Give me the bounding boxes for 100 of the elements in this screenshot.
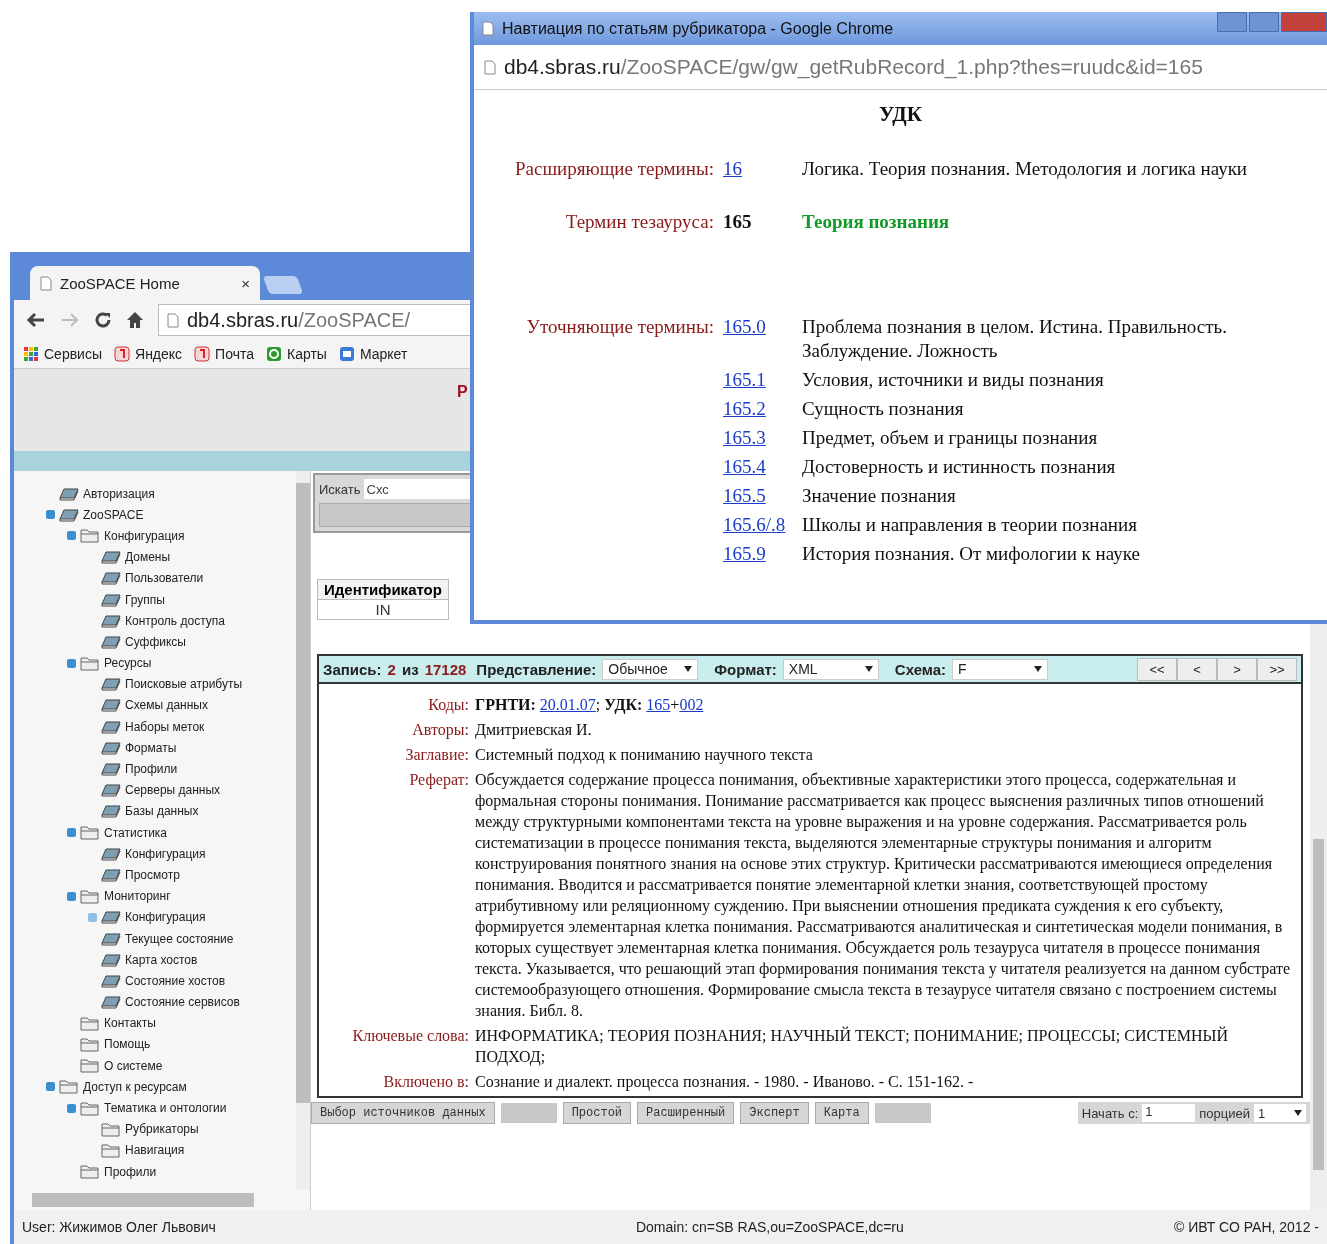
tree-item[interactable]: Схемы данных [125, 698, 208, 713]
dropdown[interactable]: Обычное [602, 658, 699, 680]
field-label: Коды: [427, 695, 469, 715]
term-code-link[interactable]: 165.0 [723, 316, 766, 337]
bookmark-link[interactable]: Маркет [359, 346, 408, 362]
url-text: db4.sbras.ru/ZooSPACE/gw/gw_getRubRecord_1.php?thes=ruudc&id=165 [504, 55, 1203, 79]
nav-button[interactable]: >> [1257, 657, 1297, 681]
tree-item[interactable]: Помощь [104, 1037, 151, 1052]
tree-item[interactable]: Контакты [104, 1016, 156, 1031]
term-text: Логика. Теория познания. Методология и логика науки [802, 157, 1249, 181]
bookmark-link[interactable]: Почта [215, 346, 254, 362]
term-code-link[interactable]: 165.1 [723, 369, 766, 390]
expander-icon[interactable] [67, 531, 76, 541]
field-label: Включено в: [382, 1072, 469, 1092]
tree-item[interactable]: О системе [104, 1058, 163, 1073]
nav-button[interactable]: < [1177, 657, 1217, 681]
tree-item[interactable]: Статистика [104, 825, 168, 840]
home-icon[interactable] [126, 311, 144, 329]
folder-icon [101, 1142, 121, 1158]
tree-item[interactable]: Домены [125, 550, 171, 565]
search-mode-button[interactable]: Простой [562, 1102, 632, 1124]
start-field[interactable]: 1 [1142, 1104, 1196, 1122]
term-code-link[interactable]: 165.9 [723, 543, 766, 564]
tree-item[interactable]: Профили [125, 762, 178, 777]
term-code-link[interactable]: 16 [723, 158, 742, 179]
tree-item[interactable]: Контроль доступа [125, 613, 225, 628]
search-label: Искать [319, 481, 361, 497]
tree-item[interactable]: Рубрикаторы [125, 1122, 199, 1137]
scrollbar[interactable] [296, 471, 310, 1190]
tab-close-button[interactable]: × [241, 274, 250, 292]
forward-arrow-icon[interactable] [60, 312, 80, 328]
expander-icon[interactable] [67, 828, 76, 838]
page-icon [484, 59, 496, 75]
tree-item[interactable]: Группы [125, 592, 165, 607]
nav-button[interactable]: << [1137, 657, 1177, 681]
bookmark-link[interactable]: Карты [287, 346, 327, 362]
tree-item[interactable]: Конфигурация [125, 910, 206, 925]
tree-item[interactable]: Серверы данных [125, 783, 221, 798]
term-text: Условия, источники и виды познания [802, 368, 1105, 392]
book-icon [101, 613, 121, 628]
reload-icon[interactable] [94, 311, 112, 329]
toolbar-spacer [500, 1103, 557, 1123]
book-icon [101, 762, 121, 777]
expander-icon[interactable] [67, 891, 76, 901]
tree-item[interactable]: Мониторинг [104, 889, 171, 904]
url-text: db4.sbras.ru/ZooSPACE/ [187, 308, 411, 332]
data-sources-button[interactable]: Выбор источников данных [311, 1102, 495, 1124]
tree-item[interactable]: Базы данных [125, 804, 199, 819]
tree-item[interactable]: Текущее состояние [125, 931, 234, 946]
term-code-link[interactable]: 165.4 [723, 456, 766, 477]
minimize-button[interactable] [1217, 12, 1247, 32]
tree-item[interactable]: Поисковые атрибуты [125, 677, 243, 692]
dropdown[interactable]: XML [782, 658, 879, 680]
nav-button[interactable]: > [1217, 657, 1257, 681]
tree-item[interactable]: Конфигурация [125, 846, 206, 861]
book-icon [59, 486, 79, 501]
term-text: Школы и направления в теории познания [802, 513, 1138, 537]
tree-item[interactable]: Наборы меток [125, 719, 205, 734]
tree-item[interactable]: Конфигурация [104, 528, 185, 543]
of-label: из [401, 660, 419, 678]
tree-item[interactable]: Доступ к ресурсам [83, 1079, 187, 1094]
expander-icon[interactable] [46, 510, 55, 520]
expander-icon[interactable] [46, 1082, 55, 1092]
term-text: Значение познания [802, 484, 957, 508]
browser-tab[interactable]: ZooSPACE Home × [30, 266, 260, 300]
tree-item[interactable]: Суффиксы [125, 634, 186, 649]
tree-item[interactable]: ZooSPACE [83, 507, 144, 522]
bookmark-link[interactable]: Сервисы [44, 346, 102, 362]
term-text: Предмет, объем и границы познания [802, 426, 1099, 450]
term-code-link[interactable]: 165.3 [723, 427, 766, 448]
tree-item[interactable]: Состояние хостов [125, 973, 226, 988]
address-bar[interactable]: db4.sbras.ru/ZooSPACE/gw/gw_getRubRecord_1.php?thes=ruudc&id=165 [474, 45, 1327, 90]
search-mode-button[interactable]: Расширенный [637, 1102, 735, 1124]
expander-icon[interactable] [67, 1103, 76, 1113]
expander-icon[interactable] [88, 912, 97, 922]
tree-item[interactable]: Форматы [125, 740, 177, 755]
new-tab-button[interactable] [262, 276, 304, 294]
table-cell: IN [317, 599, 449, 620]
field-value: Системный подход к пониманию научного текста [475, 745, 814, 765]
tree-item[interactable]: Тематика и онтологии [104, 1101, 227, 1116]
tree-item[interactable]: Просмотр [125, 867, 180, 882]
tree-item[interactable]: Карта хостов [125, 952, 198, 967]
term-code-link[interactable]: 165.5 [723, 485, 766, 506]
dropdown[interactable]: F [952, 658, 1048, 680]
maximize-button[interactable] [1249, 12, 1279, 32]
expander-icon[interactable] [67, 658, 76, 668]
tree-item[interactable]: Навигация [125, 1143, 185, 1158]
search-mode-button[interactable]: Карта [814, 1102, 869, 1124]
tree-item[interactable]: Ресурсы [104, 656, 152, 671]
book-icon [101, 592, 121, 607]
back-arrow-icon[interactable] [26, 312, 46, 328]
term-code-link[interactable]: 165.2 [723, 398, 766, 419]
portion-dropdown[interactable]: 1 [1254, 1104, 1306, 1122]
term-code-link[interactable]: 165.6/.8 [723, 514, 786, 535]
bookmark-link[interactable]: Яндекс [135, 346, 183, 362]
tree-item[interactable]: Профили [104, 1164, 157, 1179]
tree-item[interactable]: Авторизация [83, 486, 155, 501]
tree-item[interactable]: Пользователи [125, 571, 204, 586]
search-mode-button[interactable]: Эксперт [740, 1102, 809, 1124]
tree-item[interactable]: Состояние сервисов [125, 995, 240, 1010]
